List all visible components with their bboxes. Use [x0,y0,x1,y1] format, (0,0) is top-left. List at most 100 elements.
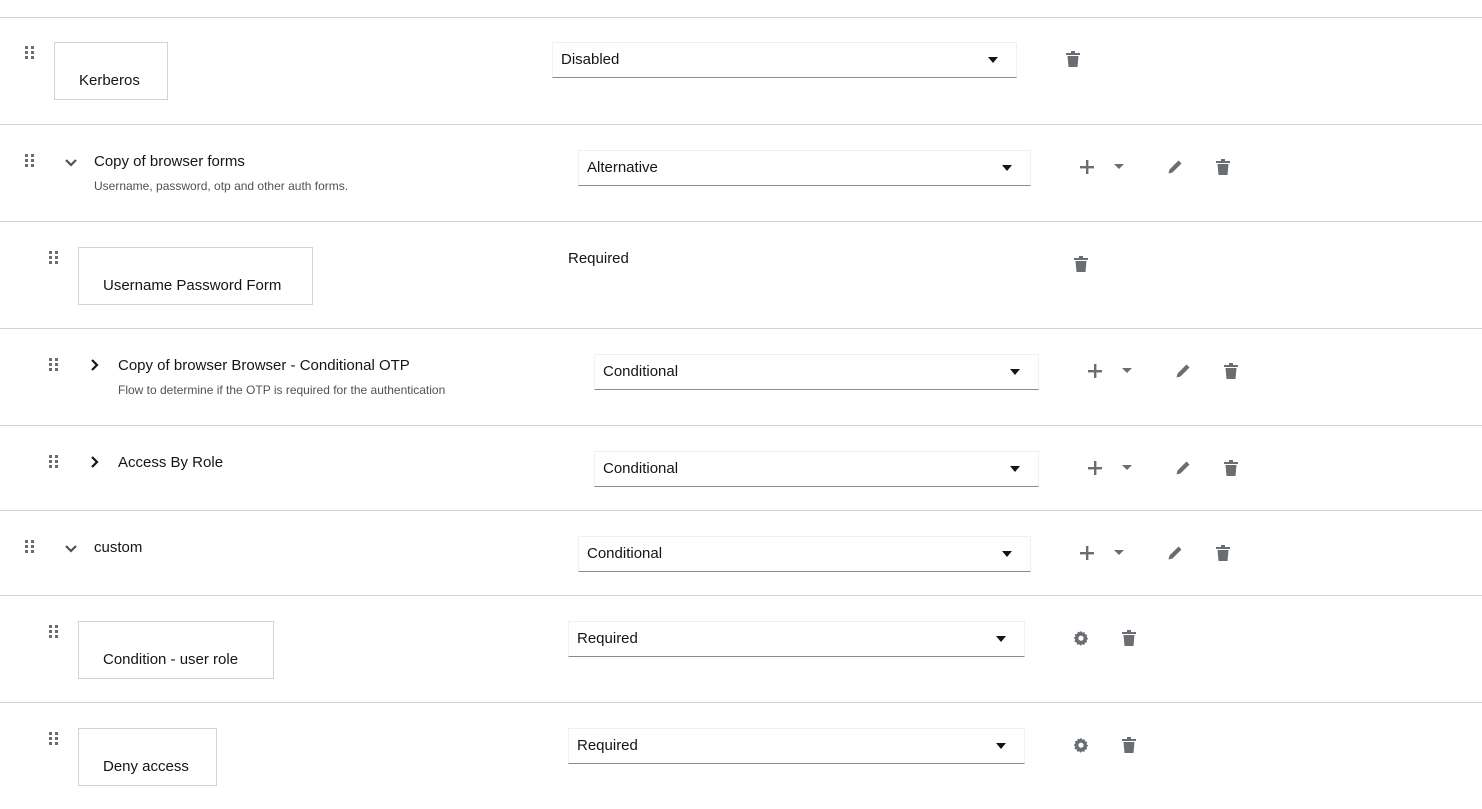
add-dropdown-toggle[interactable] [1117,458,1137,478]
flow-row-access-by-role: Access By Role Conditional [0,425,1482,511]
requirement-select[interactable]: Conditional [578,536,1031,572]
drag-handle-icon[interactable] [49,455,59,469]
flow-row-copy-of-browser-forms: Copy of browser forms Username, password… [0,124,1482,222]
add-dropdown-toggle[interactable] [1109,157,1129,177]
step-name-box: Username Password Form [78,247,313,305]
add-button[interactable] [1085,361,1105,381]
caret-down-icon [1113,549,1125,557]
pencil-icon [1167,159,1183,175]
edit-button[interactable] [1173,361,1193,381]
pencil-icon [1167,545,1183,561]
trash-icon [1216,159,1230,175]
caret-down-icon [1113,163,1125,171]
requirement-select[interactable]: Conditional [594,451,1039,487]
settings-button[interactable] [1071,628,1091,648]
drag-handle-icon[interactable] [49,732,59,746]
delete-button[interactable] [1221,361,1241,381]
requirement-static: Required [568,250,629,267]
requirement-select[interactable]: Conditional [594,354,1039,390]
drag-handle-icon[interactable] [49,625,59,639]
caret-down-icon [996,636,1006,642]
flow-description: Flow to determine if the OTP is required… [118,383,446,397]
drag-handle-icon[interactable] [25,46,35,60]
step-name-box: Condition - user role [78,621,274,679]
gear-icon [1073,737,1089,753]
step-name-box: Deny access [78,728,217,786]
delete-button[interactable] [1119,628,1139,648]
step-title: Username Password Form [103,277,282,294]
drag-handle-icon[interactable] [25,540,35,554]
chevron-down-icon [63,540,79,556]
trash-icon [1224,363,1238,379]
trash-icon [1216,545,1230,561]
requirement-select[interactable]: Required [568,728,1025,764]
add-button[interactable] [1077,543,1097,563]
plus-icon [1079,545,1095,561]
flow-title: custom [94,539,143,556]
drag-handle-icon[interactable] [25,154,35,168]
trash-icon [1066,51,1080,67]
delete-button[interactable] [1213,543,1233,563]
step-title: Condition - user role [103,651,239,668]
caret-down-icon [1002,165,1012,171]
add-button[interactable] [1085,458,1105,478]
requirement-value: Conditional [603,363,679,380]
pencil-icon [1175,460,1191,476]
caret-down-icon [1010,466,1020,472]
requirement-value: Required [577,737,638,754]
flow-row-custom: custom Conditional [0,510,1482,596]
requirement-value: Required [577,630,638,647]
requirement-value: Alternative [587,159,658,176]
expand-toggle[interactable] [86,454,102,470]
caret-down-icon [1121,367,1133,375]
settings-button[interactable] [1071,735,1091,755]
trash-icon [1224,460,1238,476]
step-title: Deny access [103,758,189,775]
chevron-right-icon [86,357,102,373]
trash-icon [1122,737,1136,753]
delete-button[interactable] [1119,735,1139,755]
add-button[interactable] [1077,157,1097,177]
caret-down-icon [996,743,1006,749]
delete-button[interactable] [1071,254,1091,274]
requirement-select[interactable]: Alternative [578,150,1031,186]
delete-button[interactable] [1063,49,1083,69]
flow-description: Username, password, otp and other auth f… [94,179,349,193]
requirement-value: Disabled [561,51,620,68]
plus-icon [1079,159,1095,175]
expand-toggle[interactable] [63,540,79,556]
add-dropdown-toggle[interactable] [1109,543,1129,563]
step-title: Kerberos [79,72,140,89]
drag-handle-icon[interactable] [49,358,59,372]
plus-icon [1087,460,1103,476]
caret-down-icon [1010,369,1020,375]
flow-title: Copy of browser Browser - Conditional OT… [118,357,410,374]
flow-row-deny-access: Deny access Required [0,702,1482,809]
step-name-box: Kerberos [54,42,168,100]
flow-row-condition-user-role: Condition - user role Required [0,595,1482,703]
flow-row-kerberos: Kerberos Disabled [0,17,1482,124]
edit-button[interactable] [1165,157,1185,177]
drag-handle-icon[interactable] [49,251,59,265]
expand-toggle[interactable] [86,357,102,373]
trash-icon [1122,630,1136,646]
delete-button[interactable] [1221,458,1241,478]
gear-icon [1073,630,1089,646]
edit-button[interactable] [1173,458,1193,478]
delete-button[interactable] [1213,157,1233,177]
trash-icon [1074,256,1088,272]
caret-down-icon [1002,551,1012,557]
pencil-icon [1175,363,1191,379]
requirement-select[interactable]: Required [568,621,1025,657]
requirement-value: Conditional [587,545,663,562]
chevron-down-icon [63,154,79,170]
requirement-select[interactable]: Disabled [552,42,1017,78]
edit-button[interactable] [1165,543,1185,563]
chevron-right-icon [86,454,102,470]
flow-title: Access By Role [118,454,224,471]
plus-icon [1087,363,1103,379]
caret-down-icon [1121,464,1133,472]
add-dropdown-toggle[interactable] [1117,361,1137,381]
flow-row-conditional-otp: Copy of browser Browser - Conditional OT… [0,328,1482,426]
expand-toggle[interactable] [63,154,79,170]
